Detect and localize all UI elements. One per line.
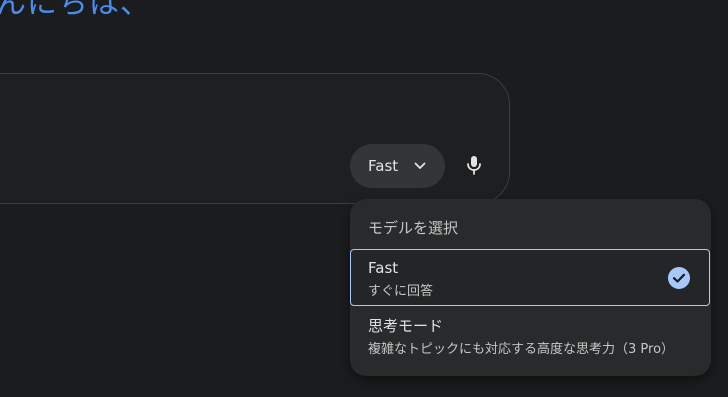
model-option-fast[interactable]: Fast すぐに回答 [350,249,710,306]
model-option-title: Fast [368,259,399,277]
model-selector-label: Fast [368,157,399,175]
model-option-thinking[interactable]: 思考モード 複雑なトピックにも対応する高度な思考力（3 Pro） [350,309,710,365]
model-selector-button[interactable]: Fast [350,144,445,188]
check-circle-icon [668,267,690,289]
model-option-subtitle: 複雑なトピックにも対応する高度な思考力（3 Pro） [368,342,675,357]
model-menu: モデルを選択 Fast すぐに回答 思考モード 複雑なトピックにも対応する高度な… [350,199,711,376]
greeting-heading: んにちは、 [0,0,151,21]
model-option-title: 思考モード [368,317,444,335]
page: んにちは、 Fast モデルを選択 Fast すぐに回答 思考モード 複雑なトピ… [0,0,728,397]
chevron-down-icon [414,162,426,169]
model-menu-header: モデルを選択 [368,219,459,237]
microphone-icon[interactable] [462,153,486,177]
model-option-subtitle: すぐに回答 [368,284,434,299]
